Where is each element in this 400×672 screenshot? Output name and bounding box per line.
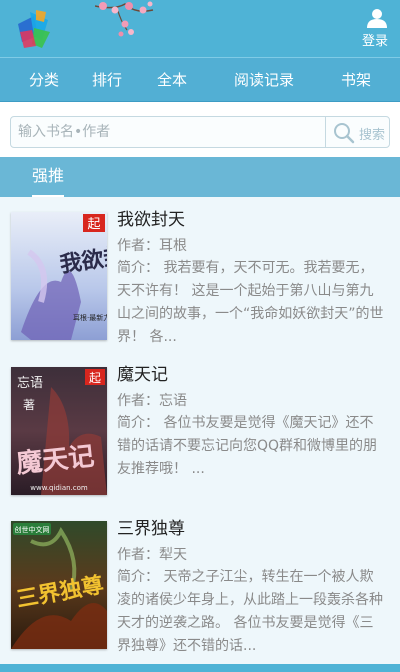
book-title[interactable]: 魔天记 [117,362,387,388]
main-nav: 分类 排行 全本 阅读记录 书架 [0,58,400,102]
search-button-label: 搜索 [359,128,386,143]
app-header: 登录 [0,0,400,58]
site-logo-icon[interactable] [12,6,58,52]
book-title[interactable]: 我欲封天 [117,207,387,233]
cover-zhu: 著 [23,398,35,412]
cover-subtitle: 耳根·最新力作 [73,313,107,322]
bottom-strip [0,664,400,672]
search-input[interactable] [11,117,326,147]
cover-url: www.qidian.com [30,484,88,492]
nav-item-ranking[interactable]: 排行 [92,58,122,102]
book-cover[interactable]: 忘语 著 魔天记 起 www.qidian.com [11,367,107,495]
book-description: 简介： 天帝之子江尘，转生在一个被人欺凌的诸侯少年身上，从此踏上一段轰杀各种天才… [117,569,383,654]
login-label: 登录 [361,34,388,49]
nav-item-bookshelf[interactable]: 书架 [341,58,371,102]
blossom-decoration [94,0,155,46]
book-description: 简介： 我若要有，天不可无。我若要无，天不许有！ 这是一个起始于第八山与第九山之… [117,260,384,345]
search-box: 搜索 [10,116,390,148]
search-bar: 搜索 [0,103,400,157]
nav-item-complete[interactable]: 全本 [157,58,187,102]
nav-item-category[interactable]: 分类 [29,58,59,102]
section-header: 强推 [0,157,400,197]
book-title[interactable]: 三界独尊 [117,516,387,542]
book-author: 作者：忘语 [117,393,187,409]
book-cover[interactable]: 三界独尊 创世中文网 [11,521,107,649]
cover-badge: 起 [89,371,101,385]
list-item[interactable]: 忘语 著 魔天记 起 www.qidian.com 魔天记 作者：忘语 简介： … [0,352,400,495]
user-icon [367,9,387,28]
section-title-recommend[interactable]: 强推 [32,157,65,197]
cover-author: 忘语 [17,376,43,391]
book-list: 我欲封天 起 耳根·最新力作 我欲封天 作者：耳根 简介： 我若要有，天不可无。… [0,197,400,672]
search-button[interactable]: 搜索 [325,117,389,147]
book-description: 简介： 各位书友要是觉得《魔天记》还不错的话请不要忘记向您QQ群和微博里的朋友推… [117,415,378,477]
cover-badge: 起 [87,217,100,232]
book-author: 作者：耳根 [117,238,187,254]
book-author: 作者：犁天 [117,547,187,563]
book-cover[interactable]: 我欲封天 起 耳根·最新力作 [11,212,107,340]
login-button[interactable]: 登录 [362,8,392,52]
search-icon [334,123,355,144]
list-item[interactable]: 我欲封天 起 耳根·最新力作 我欲封天 作者：耳根 简介： 我若要有，天不可无。… [0,197,400,345]
nav-item-reading-history[interactable]: 阅读记录 [234,58,294,102]
list-item[interactable]: 三界独尊 创世中文网 三界独尊 作者：犁天 简介： 天帝之子江尘，转生在一个被人… [0,506,400,654]
cover-badge: 创世中文网 [15,525,50,534]
